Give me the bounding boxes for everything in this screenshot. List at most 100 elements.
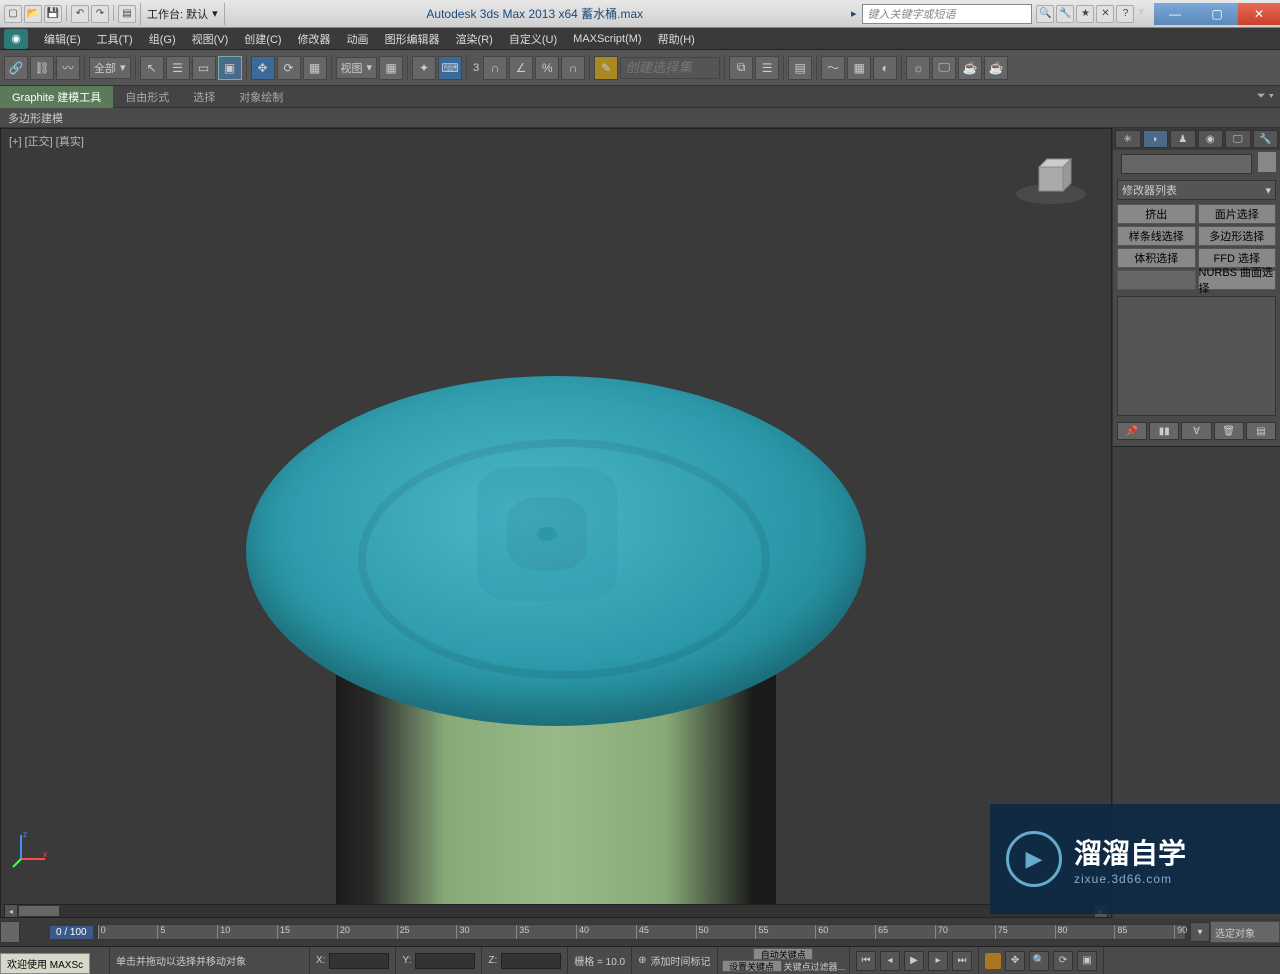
search-icon[interactable]: 🔍 bbox=[1036, 5, 1054, 23]
goto-start-icon[interactable]: ⏮ bbox=[856, 951, 876, 971]
close-button[interactable]: ✕ bbox=[1238, 3, 1280, 25]
poly-select-button[interactable]: 多边形选择 bbox=[1198, 226, 1277, 246]
frame-indicator[interactable]: 0 / 100 bbox=[50, 926, 93, 939]
maximize-viewport-icon[interactable]: ▣ bbox=[1077, 951, 1097, 971]
reference-coord-dropdown[interactable]: 视图▾ bbox=[336, 57, 378, 79]
viewcube[interactable] bbox=[1011, 149, 1091, 209]
spline-select-button[interactable]: 样条线选择 bbox=[1117, 226, 1196, 246]
set-key-button[interactable]: 设置关键点 bbox=[722, 960, 782, 972]
create-tab-icon[interactable]: ✳ bbox=[1115, 130, 1141, 148]
nurbs-select-button[interactable]: NURBS 曲面选择 bbox=[1198, 270, 1277, 290]
favorite-icon[interactable]: ★ bbox=[1076, 5, 1094, 23]
help-icon[interactable]: ? bbox=[1116, 5, 1134, 23]
ribbon-expand-icon[interactable]: ⏷ ▾ bbox=[1251, 88, 1280, 105]
scroll-thumb[interactable] bbox=[19, 906, 59, 916]
minimize-button[interactable]: — bbox=[1154, 3, 1196, 25]
modifier-list-dropdown[interactable]: 修改器列表▾ bbox=[1117, 180, 1276, 200]
mirror-icon[interactable]: ⧉ bbox=[729, 56, 753, 80]
redo-icon[interactable]: ↷ bbox=[91, 5, 109, 23]
keyboard-shortcut-icon[interactable]: ⌨ bbox=[438, 56, 462, 80]
tab-selection[interactable]: 选择 bbox=[181, 86, 227, 108]
patch-select-button[interactable]: 面片选择 bbox=[1198, 204, 1277, 224]
menu-group[interactable]: 组(G) bbox=[141, 29, 184, 49]
undo-icon[interactable]: ↶ bbox=[71, 5, 89, 23]
bind-space-warp-icon[interactable]: 〰 bbox=[56, 56, 80, 80]
configure-sets-icon[interactable]: ▤ bbox=[1246, 422, 1276, 440]
remove-modifier-icon[interactable]: 🗑 bbox=[1214, 422, 1244, 440]
time-tag[interactable]: ⊕添加时间标记 bbox=[632, 947, 717, 974]
manipulate-icon[interactable]: ✦ bbox=[412, 56, 436, 80]
selection-filter-dropdown[interactable]: 全部▾ bbox=[89, 57, 131, 79]
window-crossing-icon[interactable]: ▣ bbox=[218, 56, 242, 80]
extrude-button[interactable]: 挤出 bbox=[1117, 204, 1196, 224]
snap-toggle-icon[interactable]: ∩ bbox=[483, 56, 507, 80]
modifier-stack[interactable] bbox=[1117, 296, 1276, 416]
x-input[interactable] bbox=[329, 953, 389, 969]
app-icon[interactable]: ◉ bbox=[4, 29, 28, 49]
y-input[interactable] bbox=[415, 953, 475, 969]
selected-objects-dropdown[interactable]: 选定对象 bbox=[1210, 921, 1280, 943]
display-tab-icon[interactable]: 🖵 bbox=[1225, 130, 1251, 148]
angle-snap-icon[interactable]: ∠ bbox=[509, 56, 533, 80]
select-by-name-icon[interactable]: ☰ bbox=[166, 56, 190, 80]
menu-tools[interactable]: 工具(T) bbox=[89, 29, 141, 49]
use-center-icon[interactable]: ▦ bbox=[379, 56, 403, 80]
align-icon[interactable]: ☰ bbox=[755, 56, 779, 80]
viewport-label[interactable]: [+] [正交] [真实] bbox=[9, 133, 84, 149]
pin-stack-icon[interactable]: 📌 bbox=[1117, 422, 1147, 440]
welcome-tab[interactable]: 欢迎使用 MAXSc bbox=[0, 953, 90, 974]
menu-modifiers[interactable]: 修改器 bbox=[290, 29, 339, 49]
zoom-icon[interactable]: 🔍 bbox=[1029, 951, 1049, 971]
select-object-icon[interactable]: ↖ bbox=[140, 56, 164, 80]
menu-rendering[interactable]: 渲染(R) bbox=[448, 29, 501, 49]
named-selection-input[interactable] bbox=[620, 57, 720, 79]
object-color-swatch[interactable] bbox=[1258, 152, 1276, 172]
tab-freeform[interactable]: 自由形式 bbox=[113, 86, 181, 108]
goto-end-icon[interactable]: ⏭ bbox=[952, 951, 972, 971]
new-file-icon[interactable]: ▢ bbox=[4, 5, 22, 23]
project-icon[interactable]: ▤ bbox=[118, 5, 136, 23]
prev-frame-icon[interactable]: ◂ bbox=[880, 951, 900, 971]
render-frame-icon[interactable]: 🖵 bbox=[932, 56, 956, 80]
layers-icon[interactable]: ▤ bbox=[788, 56, 812, 80]
schematic-view-icon[interactable]: ▦ bbox=[847, 56, 871, 80]
key-icon[interactable]: 🔧 bbox=[1056, 5, 1074, 23]
vol-select-button[interactable]: 体积选择 bbox=[1117, 248, 1196, 268]
render-production-icon[interactable]: ☕ bbox=[984, 56, 1008, 80]
render-setup-icon[interactable]: ☼ bbox=[906, 56, 930, 80]
make-unique-icon[interactable]: ∀ bbox=[1181, 422, 1211, 440]
tab-object-paint[interactable]: 对象绘制 bbox=[227, 86, 295, 108]
spinner-snap-icon[interactable]: ∩ bbox=[561, 56, 585, 80]
link-icon[interactable]: 🔗 bbox=[4, 56, 28, 80]
workspace-selector[interactable]: 工作台: 默认 ▾ bbox=[140, 3, 225, 25]
utilities-tab-icon[interactable]: 🔧 bbox=[1253, 130, 1279, 148]
next-frame-icon[interactable]: ▸ bbox=[928, 951, 948, 971]
material-editor-icon[interactable]: ◐ bbox=[873, 56, 897, 80]
time-slider-handle[interactable] bbox=[0, 921, 20, 943]
key-filter-label[interactable]: 关键点过滤器... bbox=[784, 960, 846, 973]
select-region-icon[interactable]: ▭ bbox=[192, 56, 216, 80]
select-move-icon[interactable]: ✥ bbox=[251, 56, 275, 80]
timeline-chevron-down-icon[interactable]: ▾ bbox=[1190, 922, 1210, 942]
menu-view[interactable]: 视图(V) bbox=[184, 29, 237, 49]
open-file-icon[interactable]: 📂 bbox=[24, 5, 42, 23]
curve-editor-icon[interactable]: 〜 bbox=[821, 56, 845, 80]
motion-tab-icon[interactable]: ◉ bbox=[1198, 130, 1224, 148]
save-file-icon[interactable]: 💾 bbox=[44, 5, 62, 23]
timeline-ruler[interactable]: 0 5 10 15 20 25 30 35 40 45 50 55 60 65 … bbox=[97, 924, 1186, 940]
menu-customize[interactable]: 自定义(U) bbox=[501, 29, 565, 49]
menu-maxscript[interactable]: MAXScript(M) bbox=[565, 31, 649, 47]
lock-icon[interactable] bbox=[985, 953, 1001, 969]
menu-help[interactable]: 帮助(H) bbox=[650, 29, 703, 49]
hierarchy-tab-icon[interactable]: ♟ bbox=[1170, 130, 1196, 148]
scroll-left-icon[interactable]: ◂ bbox=[5, 905, 17, 917]
exchange-icon[interactable]: ✕ bbox=[1096, 5, 1114, 23]
edit-named-selection-icon[interactable]: ✎ bbox=[594, 56, 618, 80]
maximize-button[interactable]: ▢ bbox=[1196, 3, 1238, 25]
help-search-input[interactable]: 键入关键字或短语 bbox=[862, 4, 1032, 24]
select-scale-icon[interactable]: ▦ bbox=[303, 56, 327, 80]
axis-gizmo[interactable]: z x bbox=[11, 829, 51, 869]
menu-create[interactable]: 创建(C) bbox=[236, 29, 289, 49]
unlink-icon[interactable]: ⛓ bbox=[30, 56, 54, 80]
z-input[interactable] bbox=[501, 953, 561, 969]
